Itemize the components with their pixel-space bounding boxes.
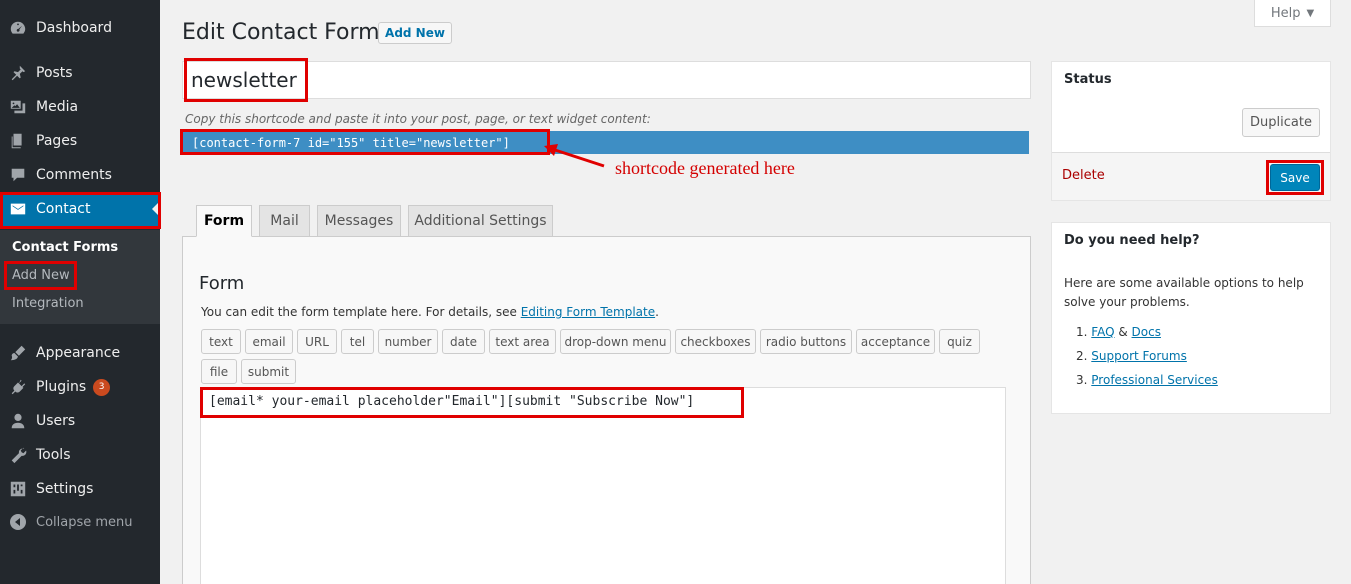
editing-form-template-link[interactable]: Editing Form Template [521, 305, 655, 319]
menu-label: Users [36, 413, 76, 429]
users-icon [0, 412, 36, 430]
tag-button-checkboxes[interactable]: checkboxes [675, 329, 756, 354]
envelope-icon [0, 200, 36, 218]
tag-button-textarea[interactable]: text area [489, 329, 556, 354]
tab-messages[interactable]: Messages [317, 205, 401, 237]
submenu-add-new[interactable]: Add New [12, 268, 70, 283]
contact-submenu: Contact Forms Add New Integration [0, 230, 160, 324]
help-item-faq: 1. FAQ & Docs [1076, 325, 1161, 339]
save-button[interactable]: Save [1270, 164, 1320, 191]
list-number: 1. [1076, 325, 1088, 339]
add-new-button[interactable]: Add New [378, 22, 452, 44]
tag-button-text[interactable]: text [201, 329, 241, 354]
annotation-text: shortcode generated here [615, 158, 795, 178]
menu-label: Plugins [36, 379, 87, 395]
pages-icon [0, 132, 36, 150]
triangle-down-icon: ▼ [1306, 7, 1315, 19]
plugin-update-badge: 3 [93, 378, 111, 396]
pin-icon [0, 64, 36, 82]
menu-tools[interactable]: Tools [0, 438, 160, 472]
list-number: 3. [1076, 373, 1088, 387]
menu-dashboard[interactable]: Dashboard [0, 11, 160, 45]
tag-button-url[interactable]: URL [297, 329, 337, 354]
menu-posts[interactable]: Posts [0, 56, 160, 90]
menu-label: Contact [36, 201, 91, 217]
tag-button-submit[interactable]: submit [241, 359, 296, 384]
tag-button-date[interactable]: date [442, 329, 485, 354]
menu-label: Media [36, 99, 79, 115]
status-heading: Status [1064, 72, 1112, 87]
help-item-support: 2. Support Forums [1076, 349, 1187, 363]
menu-settings[interactable]: Settings [0, 472, 160, 506]
help-tab-button[interactable]: Help ▼ [1254, 0, 1331, 27]
menu-comments[interactable]: Comments [0, 158, 160, 192]
collapse-menu-button[interactable]: Collapse menu [0, 505, 160, 539]
collapse-label: Collapse menu [36, 514, 133, 530]
ampersand: & [1114, 325, 1132, 339]
help-item-professional: 3. Professional Services [1076, 373, 1218, 387]
tag-button-quiz[interactable]: quiz [939, 329, 980, 354]
menu-label: Tools [36, 447, 71, 463]
menu-label: Pages [36, 133, 78, 149]
support-forums-link[interactable]: Support Forums [1091, 349, 1187, 363]
help-heading: Do you need help? [1064, 233, 1200, 248]
menu-label: Dashboard [36, 20, 112, 36]
plugin-icon [0, 378, 36, 396]
tag-button-dropdown[interactable]: drop-down menu [560, 329, 671, 354]
brush-icon [0, 344, 36, 362]
tab-additional-settings[interactable]: Additional Settings [408, 205, 553, 237]
menu-label: Posts [36, 65, 73, 81]
faq-link[interactable]: FAQ [1091, 325, 1114, 339]
tag-button-acceptance[interactable]: acceptance [856, 329, 935, 354]
menu-users[interactable]: Users [0, 404, 160, 438]
delete-link[interactable]: Delete [1062, 168, 1105, 183]
dashboard-icon [0, 19, 36, 37]
menu-label: Appearance [36, 345, 121, 361]
page-title: Edit Contact Form [182, 20, 380, 45]
tag-button-tel[interactable]: tel [341, 329, 374, 354]
form-desc-text: You can edit the form template here. For… [201, 305, 521, 319]
tag-button-email[interactable]: email [245, 329, 293, 354]
menu-label: Comments [36, 167, 112, 183]
submenu-integration[interactable]: Integration [12, 296, 84, 311]
annotation-arrow [544, 144, 605, 168]
help-description: Here are some available options to help … [1064, 276, 1304, 309]
form-title-input[interactable]: newsletter [182, 61, 1031, 99]
tag-button-file[interactable]: file [201, 359, 237, 384]
wrench-icon [0, 446, 36, 464]
help-label: Help [1270, 5, 1301, 21]
menu-contact[interactable]: Contact [0, 192, 160, 226]
list-number: 2. [1076, 349, 1088, 363]
admin-sidebar: Dashboard Posts Media Pages Comments Con… [0, 0, 160, 584]
comment-icon [0, 166, 36, 184]
menu-label: Settings [36, 481, 94, 497]
settings-icon [0, 480, 36, 498]
tab-mail[interactable]: Mail [259, 205, 310, 237]
form-desc-period: . [655, 305, 659, 319]
docs-link[interactable]: Docs [1132, 325, 1161, 339]
tag-button-radio[interactable]: radio buttons [760, 329, 852, 354]
form-description: You can edit the form template here. For… [201, 305, 659, 319]
form-panel-heading: Form [199, 273, 245, 294]
menu-appearance[interactable]: Appearance [0, 336, 160, 370]
tag-button-number[interactable]: number [378, 329, 438, 354]
menu-media[interactable]: Media [0, 90, 160, 124]
shortcode-instructions: Copy this shortcode and paste it into yo… [185, 112, 651, 126]
form-template-editor[interactable]: [email* your-email placeholder"Email"][s… [200, 387, 1006, 584]
media-icon [0, 98, 36, 116]
collapse-arrow-icon [10, 514, 26, 530]
professional-services-link[interactable]: Professional Services [1091, 373, 1218, 387]
duplicate-button[interactable]: Duplicate [1242, 108, 1320, 137]
tab-form[interactable]: Form [196, 205, 252, 237]
submenu-contact-forms[interactable]: Contact Forms [12, 240, 118, 255]
menu-pages[interactable]: Pages [0, 124, 160, 158]
menu-plugins[interactable]: Plugins 3 [0, 370, 160, 404]
